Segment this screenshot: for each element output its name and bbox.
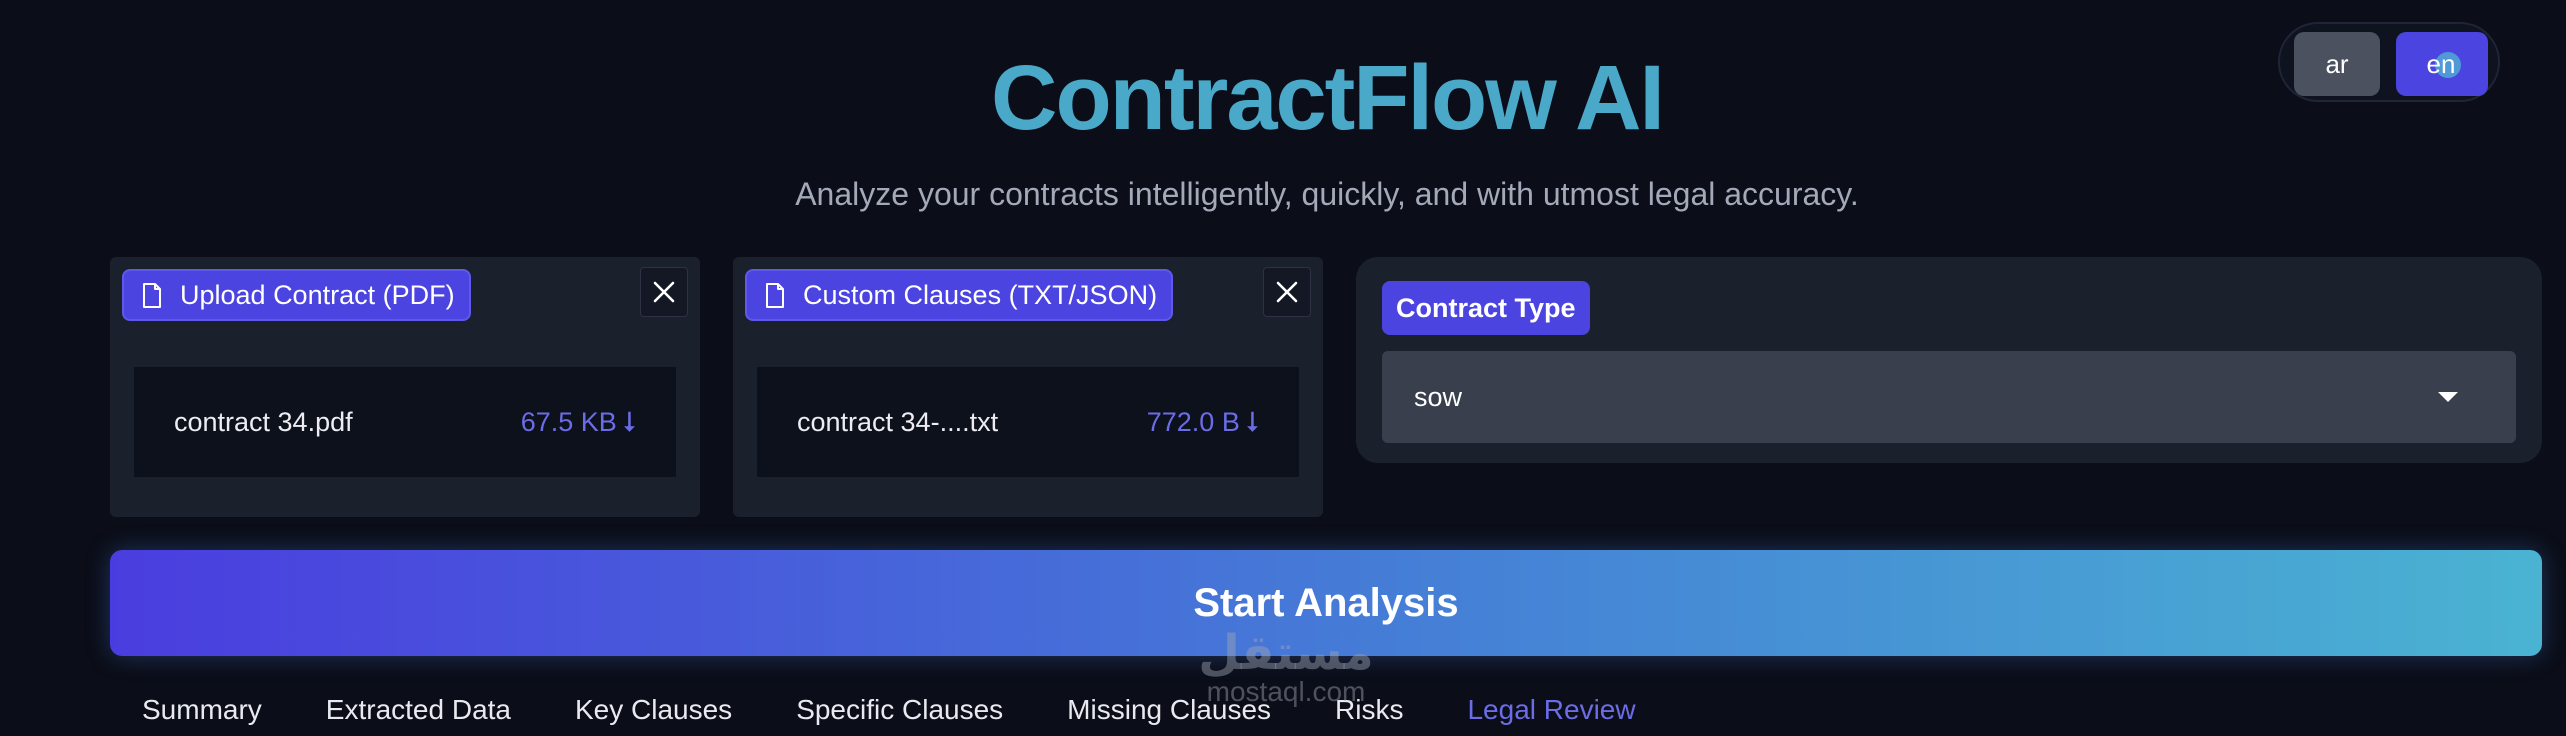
start-analysis-button[interactable]: Start Analysis xyxy=(110,550,2542,656)
file-download-link[interactable]: 67.5 KB ⭣ xyxy=(521,406,636,439)
upload-contract-label[interactable]: Upload Contract (PDF) xyxy=(122,269,471,321)
file-size: 772.0 B xyxy=(1146,406,1240,437)
file-icon xyxy=(143,283,161,308)
custom-clauses-label[interactable]: Custom Clauses (TXT/JSON) xyxy=(745,269,1174,321)
close-icon xyxy=(653,281,675,303)
download-icon: ⭣ xyxy=(622,405,636,437)
custom-clauses-label-text: Custom Clauses (TXT/JSON) xyxy=(803,279,1158,310)
tab-key-clauses[interactable]: Key Clauses xyxy=(575,694,732,734)
tab-extracted-data[interactable]: Extracted Data xyxy=(326,694,511,734)
uploaded-file-row: contract 34.pdf 67.5 KB ⭣ xyxy=(134,367,676,477)
remove-clauses-button[interactable] xyxy=(1263,267,1311,317)
upload-contract-card: Upload Contract (PDF) contract 34.pdf 67… xyxy=(110,257,700,517)
tab-specific-clauses[interactable]: Specific Clauses xyxy=(796,694,1003,734)
custom-clauses-card: Custom Clauses (TXT/JSON) contract 34-..… xyxy=(733,257,1323,517)
remove-contract-button[interactable] xyxy=(640,267,688,317)
file-name: contract 34.pdf xyxy=(174,406,353,437)
app-subtitle: Analyze your contracts intelligently, qu… xyxy=(795,176,1859,212)
language-option-en-label: en xyxy=(2426,48,2456,79)
file-icon xyxy=(766,283,784,308)
file-size: 67.5 KB xyxy=(520,406,617,437)
tab-summary[interactable]: Summary xyxy=(142,694,262,734)
results-tabs: Summary Extracted Data Key Clauses Speci… xyxy=(142,694,1700,734)
app-title: ContractFlow AI xyxy=(991,47,1665,149)
chevron-down-icon xyxy=(2438,392,2458,402)
contract-type-select[interactable]: sow xyxy=(1382,351,2516,443)
upload-contract-label-text: Upload Contract (PDF) xyxy=(180,279,455,310)
file-name: contract 34-....txt xyxy=(797,406,999,437)
tab-missing-clauses[interactable]: Missing Clauses xyxy=(1067,694,1271,734)
contract-type-value: sow xyxy=(1414,381,1463,412)
tab-legal-review[interactable]: Legal Review xyxy=(1467,694,1635,734)
close-icon xyxy=(1276,281,1298,303)
download-icon: ⭣ xyxy=(1245,405,1259,437)
contract-type-label: Contract Type xyxy=(1382,281,1590,335)
tab-risks[interactable]: Risks xyxy=(1335,694,1403,734)
file-download-link[interactable]: 772.0 B ⭣ xyxy=(1147,406,1259,439)
uploaded-file-row: contract 34-....txt 772.0 B ⭣ xyxy=(757,367,1299,477)
contract-type-card: Contract Type sow xyxy=(1356,257,2542,463)
